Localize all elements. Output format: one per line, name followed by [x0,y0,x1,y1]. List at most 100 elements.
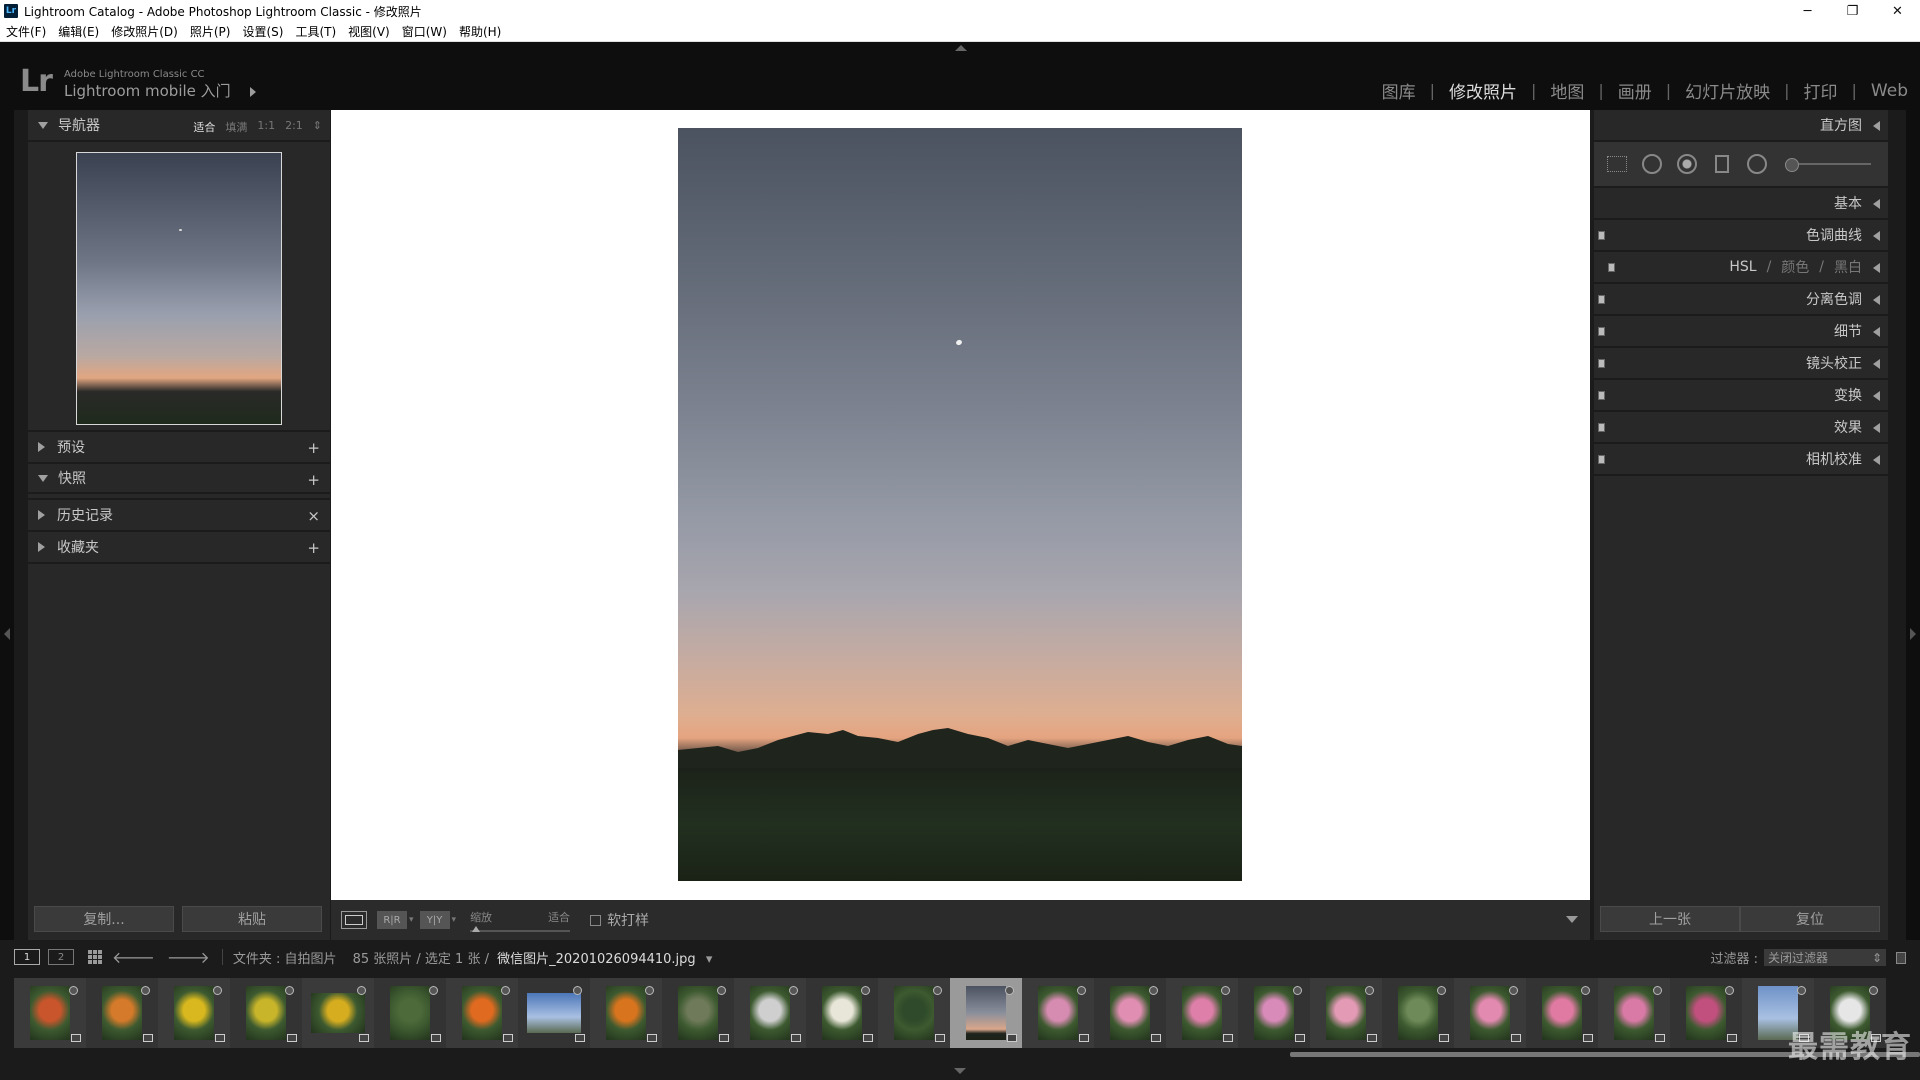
tone-curve-header[interactable]: 色调曲线 [1594,220,1888,252]
filmstrip-thumbnail[interactable] [1670,978,1742,1048]
main-window-button[interactable]: 1 [14,949,40,965]
detail-header[interactable]: 细节 [1594,316,1888,348]
close-button[interactable]: ✕ [1875,0,1920,22]
add-preset-icon[interactable]: + [307,439,320,457]
before-after-lr-button[interactable]: R|R [377,911,407,929]
module-develop[interactable]: 修改照片 [1447,78,1519,103]
history-header[interactable]: 历史记录 × [28,500,330,532]
filmstrip-thumbnail[interactable] [446,978,518,1048]
quick-collection-icon[interactable] [69,986,78,995]
module-library[interactable]: 图库 [1380,78,1418,103]
filename-caret-icon[interactable]: ▾ [706,952,713,967]
navigator-thumbnail[interactable] [76,152,282,425]
before-after-tb-button[interactable]: Y|Y [419,911,450,929]
quick-collection-icon[interactable] [1077,986,1086,995]
red-eye-icon[interactable] [1676,153,1698,175]
restore-button[interactable]: ❐ [1830,0,1875,22]
basic-header[interactable]: 基本 [1594,188,1888,220]
right-collapse-icon[interactable] [1910,628,1916,640]
quick-collection-icon[interactable] [141,986,150,995]
filmstrip-thumbnail[interactable] [1022,978,1094,1048]
module-book[interactable]: 画册 [1616,78,1654,103]
brush-tool-slider[interactable] [1785,158,1871,172]
play-arrow-icon[interactable] [250,87,256,97]
navigator-preview[interactable] [28,142,330,432]
quick-collection-icon[interactable] [501,986,510,995]
module-map[interactable]: 地图 [1548,78,1586,103]
filmstrip-thumbnail[interactable] [374,978,446,1048]
right-panel-edge[interactable] [1906,110,1920,940]
quick-collection-icon[interactable] [1797,986,1806,995]
panel-toggle-switch[interactable] [1598,231,1605,240]
zoom-slider[interactable] [470,925,571,932]
menu-settings[interactable]: 设置(S) [242,23,283,40]
camera-calibration-header[interactable]: 相机校准 [1594,444,1888,476]
quick-collection-icon[interactable] [1725,986,1734,995]
menu-tools[interactable]: 工具(T) [295,23,336,40]
selected-filename[interactable]: 微信图片_20201026094410.jpg [497,952,696,967]
module-web[interactable]: Web [1869,81,1910,101]
menu-file[interactable]: 文件(F) [6,23,46,40]
secondary-window-button[interactable]: 2 [48,949,74,965]
menu-develop[interactable]: 修改照片(D) [111,23,178,40]
menu-edit[interactable]: 编辑(E) [58,23,99,40]
quick-collection-icon[interactable] [285,986,294,995]
filmstrip-thumbnail[interactable] [158,978,230,1048]
add-collection-icon[interactable]: + [307,539,320,557]
color-tab[interactable]: 颜色 [1781,257,1809,277]
copy-button[interactable]: 复制... [34,906,174,932]
top-panel-toggle-icon[interactable] [955,45,967,51]
hsl-header[interactable]: HSL / 颜色 / 黑白 [1594,252,1888,284]
panel-toggle-switch[interactable] [1598,391,1605,400]
paste-button[interactable]: 粘贴 [182,906,322,932]
filmstrip-thumbnail[interactable] [86,978,158,1048]
minimize-button[interactable]: ─ [1785,0,1830,22]
zoom-fit[interactable]: 适合 [193,119,215,135]
add-snapshot-icon[interactable]: + [307,471,320,489]
filmstrip-thumbnail[interactable] [950,978,1022,1048]
quick-collection-icon[interactable] [213,986,222,995]
quick-collection-icon[interactable] [645,986,654,995]
quick-collection-icon[interactable] [1437,986,1446,995]
filmstrip-thumbnail[interactable] [734,978,806,1048]
filmstrip-thumbnail[interactable] [1094,978,1166,1048]
quick-collection-icon[interactable] [573,986,582,995]
menu-help[interactable]: 帮助(H) [459,23,501,40]
zoom-slider-knob[interactable] [472,925,481,932]
menu-window[interactable]: 窗口(W) [402,23,447,40]
back-arrow-icon[interactable]: 🡐 [112,947,155,967]
split-toning-header[interactable]: 分离色调 [1594,284,1888,316]
source-path[interactable]: 文件夹 : 自拍图片 85 张照片 / 选定 1 张 / 微信图片_202010… [233,948,713,967]
quick-collection-icon[interactable] [1149,986,1158,995]
toolbar-options-icon[interactable] [1566,916,1578,923]
filmstrip-thumbnail[interactable] [1382,978,1454,1048]
panel-toggle-switch[interactable] [1598,295,1605,304]
filmstrip-thumbnail[interactable] [662,978,734,1048]
quick-collection-icon[interactable] [717,986,726,995]
before-after-caret-icon[interactable]: ▾ [409,915,414,925]
filmstrip-thumbnail[interactable] [1310,978,1382,1048]
panel-toggle-switch[interactable] [1598,423,1605,432]
filmstrip-thumbnail[interactable] [1166,978,1238,1048]
previous-button[interactable]: 上一张 [1600,906,1740,932]
transform-header[interactable]: 变换 [1594,380,1888,412]
filter-lock-icon[interactable] [1896,951,1906,964]
grid-view-icon[interactable] [88,950,102,964]
loupe-view-button[interactable] [341,911,367,929]
presets-header[interactable]: 预设 + [28,432,330,464]
hsl-tab[interactable]: HSL [1729,259,1756,275]
panel-toggle-switch[interactable] [1598,455,1605,464]
crop-tool-icon[interactable] [1606,153,1628,175]
filmstrip-toggle-icon[interactable] [954,1068,966,1074]
radial-filter-icon[interactable] [1746,153,1768,175]
filmstrip[interactable] [14,976,1920,1050]
left-panel-edge[interactable] [0,110,14,940]
zoom-2-1[interactable]: 2:1 [285,119,303,135]
spot-removal-icon[interactable] [1641,153,1663,175]
main-photo[interactable] [678,128,1242,881]
reset-button[interactable]: 复位 [1740,906,1880,932]
module-print[interactable]: 打印 [1802,78,1840,103]
quick-collection-icon[interactable] [1653,986,1662,995]
quick-collection-icon[interactable] [933,986,942,995]
filmstrip-thumbnail[interactable] [518,978,590,1048]
